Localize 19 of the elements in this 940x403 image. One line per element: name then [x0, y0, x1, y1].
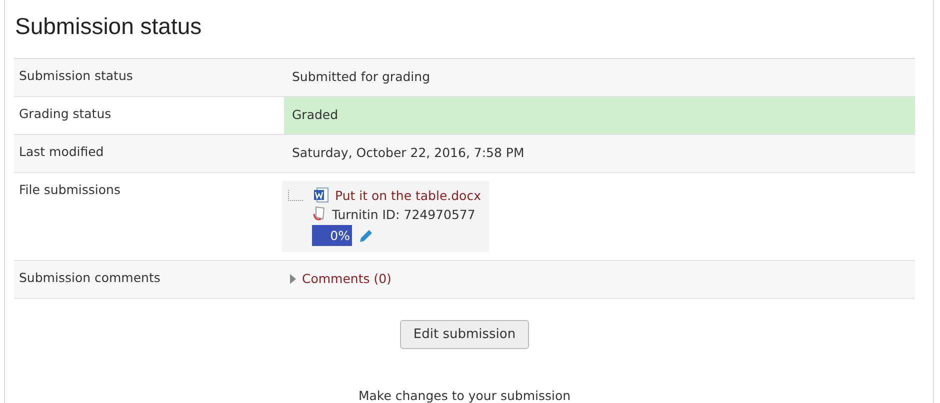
row-label: File submissions — [19, 182, 120, 197]
expand-caret-icon[interactable] — [290, 274, 296, 284]
page-title: Submission status — [14, 12, 203, 41]
help-text: Make changes to your submission — [358, 388, 571, 403]
document-icon — [313, 187, 329, 203]
edit-submission-button[interactable]: Edit submission — [400, 320, 529, 349]
pencil-icon[interactable] — [358, 228, 374, 244]
row-label: Last modified — [19, 144, 104, 159]
row-label: Grading status — [19, 106, 112, 121]
value-cell: Graded — [284, 97, 915, 134]
comments-link[interactable]: Comments (0) — [302, 271, 392, 286]
file-link[interactable]: Put it on the table.docx — [335, 188, 481, 202]
similarity-score[interactable]: 0% — [312, 225, 352, 246]
turnitin-id: Turnitin ID: 724970577 — [332, 206, 476, 222]
row-label: Submission comments — [19, 270, 160, 285]
value-cell-text: Submitted for grading — [291, 68, 432, 86]
turnitin-icon — [312, 206, 326, 222]
row-label: Submission status — [19, 68, 133, 83]
value-cell-text: Saturday, October 22, 2016, 7:58 PM — [291, 144, 526, 162]
